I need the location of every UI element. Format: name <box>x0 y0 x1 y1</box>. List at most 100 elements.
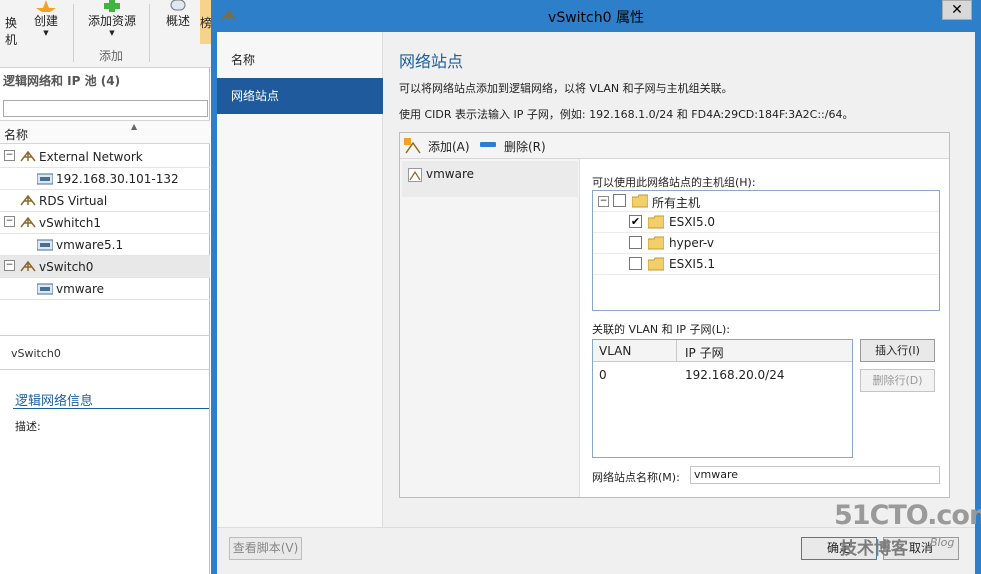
nav-item-label: 网络站点 <box>231 89 280 103</box>
logical-network-info-title: 逻辑网络信息 <box>15 394 94 409</box>
dialog-body: 名称 网络站点 网络站点 可以将网络站点添加到逻辑网络，以将 VLAN 和子网与… <box>217 32 975 574</box>
tree-item-vswhitch1[interactable]: − vSwhitch1 <box>0 212 210 234</box>
ip-pool-icon <box>37 283 53 295</box>
host-group-row-esxi51[interactable]: ESXI5.1 <box>593 254 939 275</box>
column-header-subnet[interactable]: IP 子网 <box>685 344 724 361</box>
ip-pool-icon <box>37 173 53 185</box>
column-header-label: 名称 <box>4 128 29 142</box>
host-group-label: ESXI5.0 <box>669 215 716 229</box>
ribbon-separator <box>149 4 150 62</box>
folder-icon <box>648 236 664 250</box>
host-group-checkbox[interactable]: ✔ <box>629 215 642 228</box>
properties-dialog: vSwitch0 属性 ✕ 名称 网络站点 网络站点 可以将网络站点添加到逻辑网… <box>211 0 981 574</box>
site-toolbar: 添加(A) 删除(R) <box>400 133 949 159</box>
add-site-icon <box>404 138 421 154</box>
host-group-checkbox[interactable] <box>629 257 642 270</box>
divider <box>13 408 209 409</box>
host-group-row-hyperv[interactable]: hyper-v <box>593 233 939 254</box>
watermark: 51CTO.com 技术博客 Blog <box>834 500 981 570</box>
ribbon-group-label: 添加 <box>98 49 123 63</box>
site-list-item[interactable]: vmware <box>402 161 578 197</box>
network-icon <box>20 260 36 272</box>
nav-item-name[interactable]: 名称 <box>217 42 383 78</box>
tree-item-label: vSwhitch1 <box>39 216 102 230</box>
folder-icon <box>648 257 664 271</box>
star-icon <box>36 0 56 12</box>
tree-item-label: vSwitch0 <box>39 260 94 274</box>
add-site-label: 添加(A) <box>428 140 470 154</box>
subnet-cell[interactable]: 192.168.20.0/24 <box>685 368 784 382</box>
tree-item-label: vmware5.1 <box>56 238 124 252</box>
nav-item-network-site[interactable]: 网络站点 <box>217 78 390 114</box>
tree-item-rds-virtual[interactable]: RDS Virtual <box>0 190 210 212</box>
host-group-row-all[interactable]: − 所有主机 <box>593 191 939 212</box>
collapse-icon[interactable]: − <box>4 216 15 227</box>
column-separator <box>676 340 677 362</box>
column-header-name[interactable]: 名称 ▲ <box>0 120 210 144</box>
network-icon <box>20 216 36 228</box>
add-resource-label: 添加资源 <box>87 14 136 28</box>
nav-item-label: 名称 <box>231 53 256 67</box>
description-label: 描述: <box>15 420 41 433</box>
section-heading: 网络站点 <box>399 52 464 71</box>
add-site-button[interactable]: 添加(A) <box>404 137 479 155</box>
network-site-icon <box>408 168 422 182</box>
tree-item-external-network[interactable]: − External Network <box>0 146 210 168</box>
collapse-icon[interactable]: − <box>598 196 609 207</box>
view-script-button[interactable]: 查看脚本(V) <box>229 537 302 560</box>
tree-item-vmware5-1[interactable]: vmware5.1 <box>0 234 210 256</box>
remove-icon <box>480 142 496 147</box>
ip-pool-icon <box>37 239 53 251</box>
watermark-sub: 技术博客 <box>840 539 908 559</box>
plus-icon <box>104 0 120 12</box>
delete-row-button[interactable]: 删除行(D) <box>860 369 935 392</box>
remove-site-label: 删除(R) <box>504 140 546 154</box>
detail-name: vSwitch0 <box>11 347 61 360</box>
dialog-titlebar[interactable]: vSwitch0 属性 ✕ <box>211 0 981 32</box>
tree-item-vswitch0[interactable]: − vSwitch0 <box>0 256 210 278</box>
column-header-vlan[interactable]: VLAN <box>599 344 631 358</box>
close-button[interactable]: ✕ <box>942 0 972 20</box>
overview-button[interactable]: 概述 <box>160 0 196 44</box>
remove-site-button[interactable]: 删除(R) <box>480 137 560 155</box>
add-resource-button[interactable]: 添加资源 ▼ <box>82 0 142 44</box>
tree-item-ip-pool[interactable]: 192.168.30.101-132 <box>0 168 210 190</box>
overview-label: 概述 <box>165 14 190 28</box>
left-panel-header: 逻辑网络和 IP 池 (4) <box>3 74 121 88</box>
folder-icon <box>632 194 648 208</box>
filter-input[interactable] <box>3 100 208 117</box>
chevron-down-icon: ▼ <box>109 29 115 37</box>
vlan-cell[interactable]: 0 <box>599 368 607 382</box>
section-description: 可以将网络站点添加到逻辑网络，以将 VLAN 和子网与主机组关联。 <box>399 82 733 95</box>
divider <box>0 369 210 370</box>
network-icon <box>20 194 36 206</box>
site-name-input[interactable]: vmware <box>690 466 940 484</box>
dialog-title: vSwitch0 属性 <box>548 10 644 26</box>
create-button[interactable]: 创建 ▼ <box>31 0 61 44</box>
host-group-row-esxi50[interactable]: ✔ ESXI5.0 <box>593 212 939 233</box>
collapse-icon[interactable]: − <box>4 260 15 271</box>
ribbon-partial-right[interactable]: 榜 <box>200 0 212 44</box>
tree-item-label: vmware <box>56 282 105 296</box>
divider <box>0 335 210 336</box>
tree-item-label: RDS Virtual <box>39 194 108 208</box>
host-group-checkbox[interactable] <box>613 194 626 207</box>
host-group-label: 所有主机 <box>652 196 701 210</box>
network-icon <box>20 150 36 162</box>
table-row[interactable]: 0 192.168.20.0/24 <box>593 362 852 386</box>
tree-item-label: External Network <box>39 150 143 164</box>
vlan-table-header: VLAN IP 子网 <box>593 340 852 362</box>
tree-item-vmware[interactable]: vmware <box>0 278 210 300</box>
overview-icon <box>170 0 186 11</box>
insert-row-button[interactable]: 插入行(I) <box>860 339 935 362</box>
create-button-label: 创建 <box>33 14 58 28</box>
site-list-item-label: vmware <box>426 167 475 181</box>
watermark-blog: Blog <box>930 536 955 549</box>
site-list: vmware <box>400 159 580 497</box>
ribbon-separator <box>73 4 74 62</box>
collapse-icon[interactable]: − <box>4 150 15 161</box>
left-panel: 逻辑网络和 IP 池 (4) 名称 ▲ − External Network 1… <box>0 68 210 574</box>
host-group-checkbox[interactable] <box>629 236 642 249</box>
tree-item-label: 192.168.30.101-132 <box>56 172 179 186</box>
ribbon-partial-left[interactable]: 换机 <box>0 0 22 47</box>
